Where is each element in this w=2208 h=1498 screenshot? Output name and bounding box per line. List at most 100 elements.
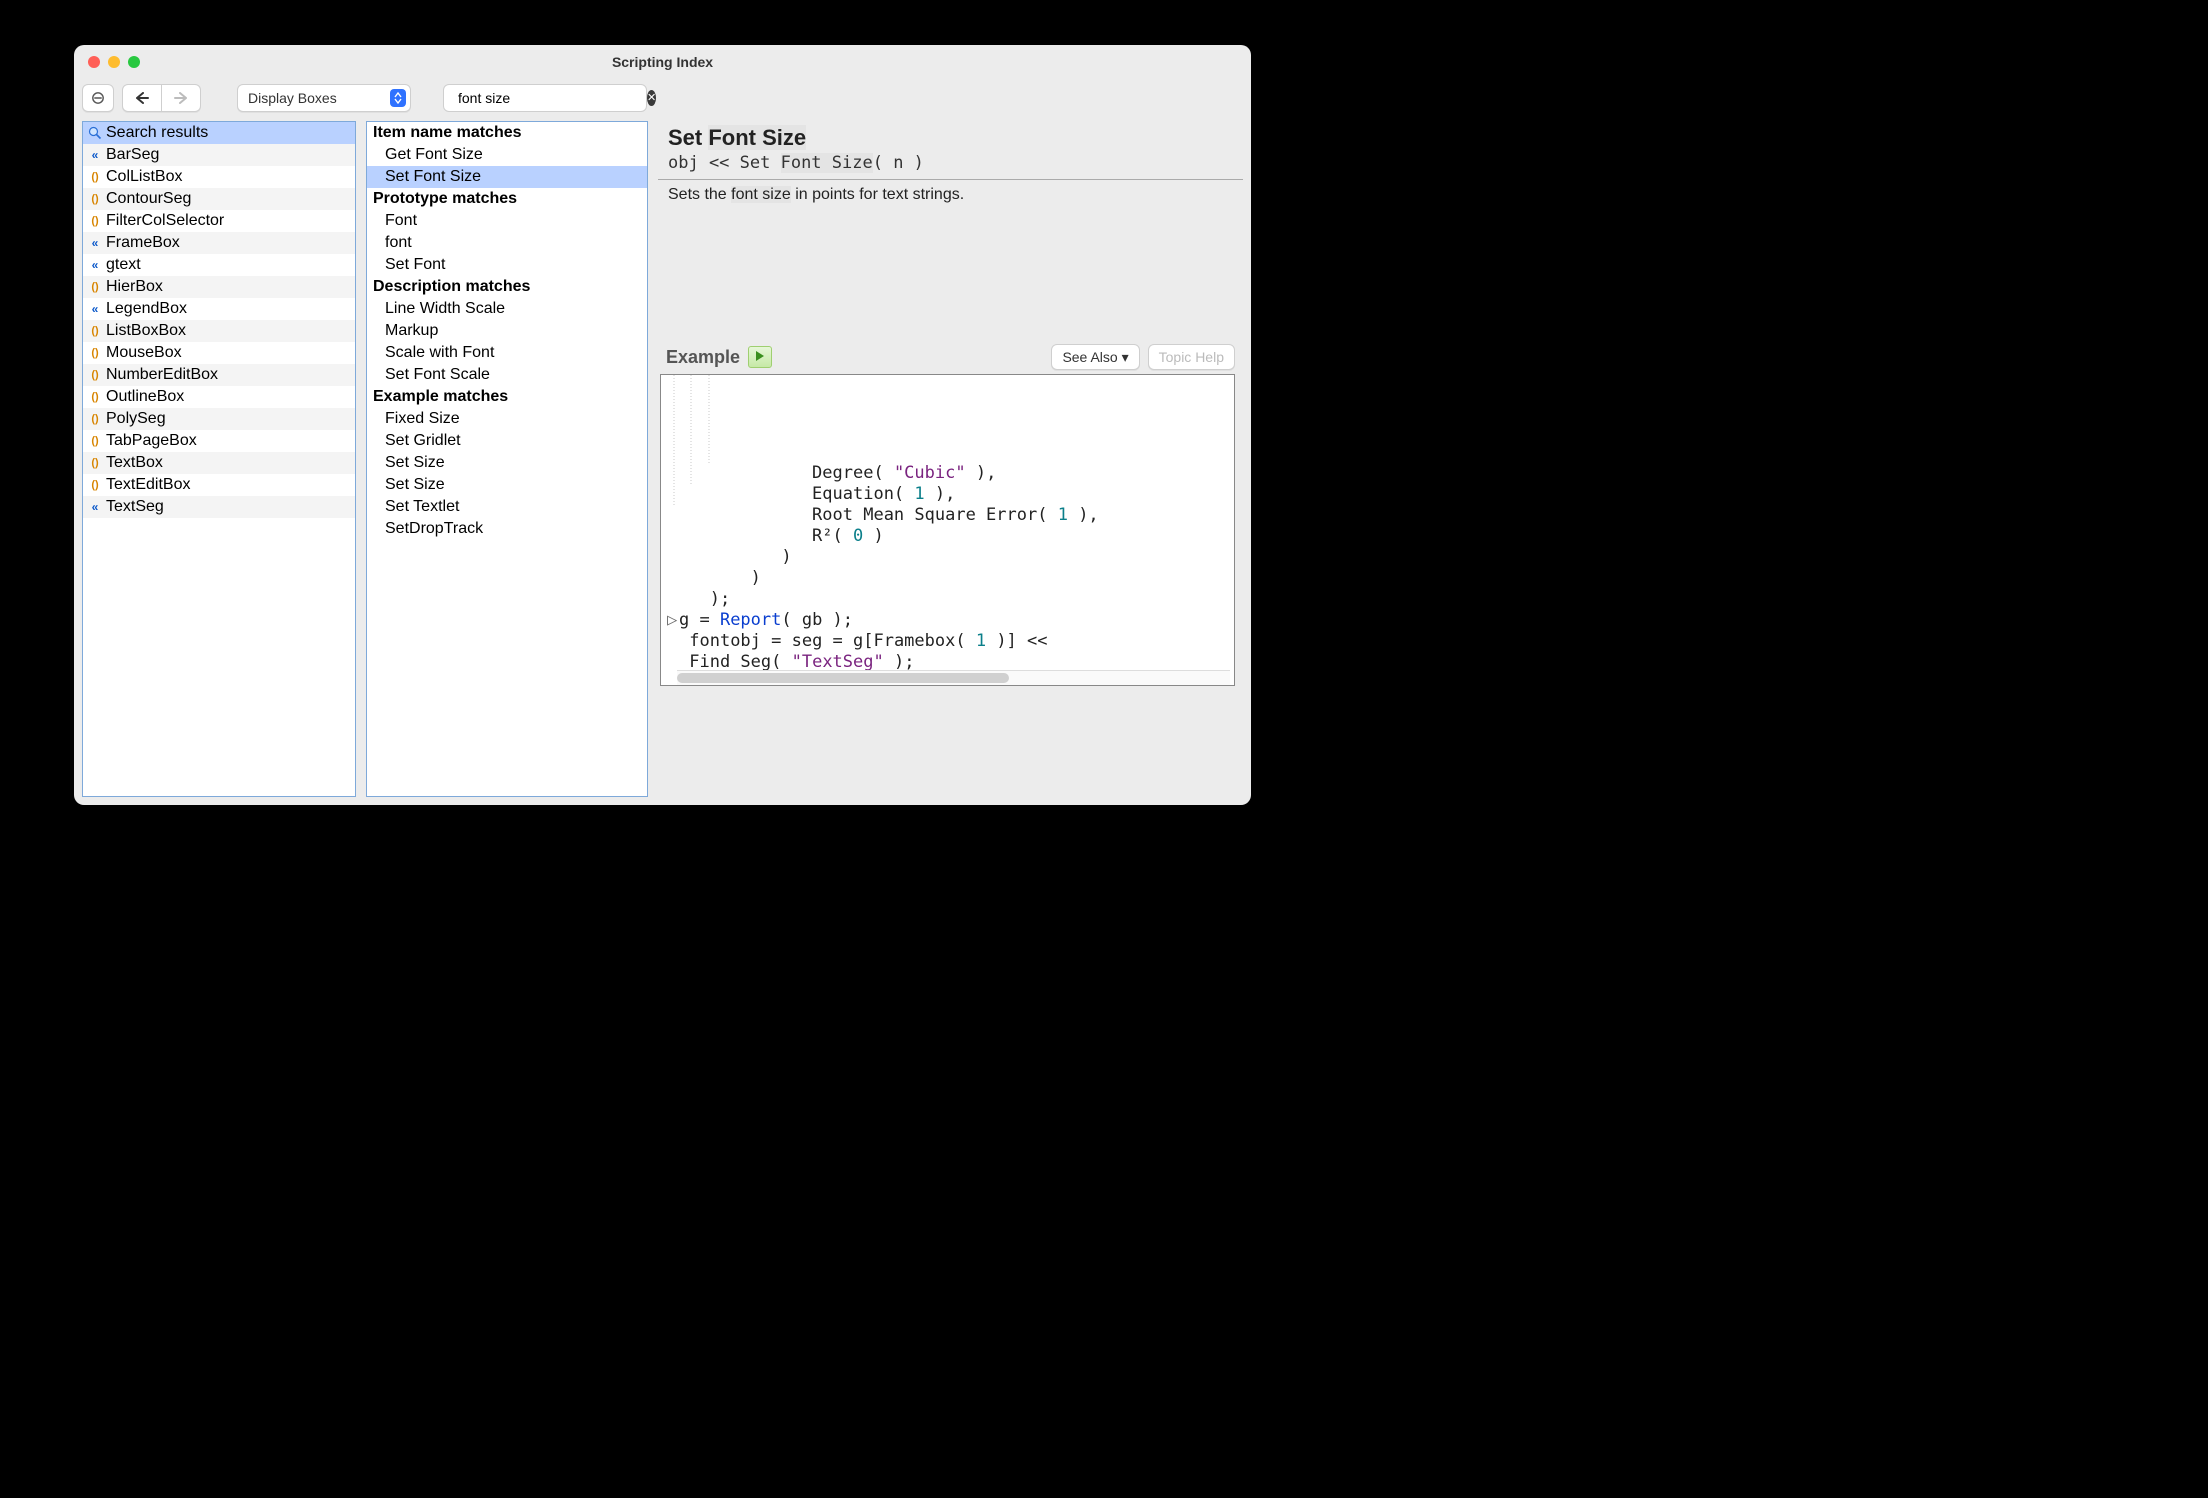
list-item-label: ContourSeg xyxy=(106,190,191,208)
parens-icon: () xyxy=(87,213,103,229)
match-item[interactable]: font xyxy=(367,232,647,254)
ex-matches-header: Example matches xyxy=(367,386,647,408)
proto-matches-header: Prototype matches xyxy=(367,188,647,210)
parens-icon: () xyxy=(87,433,103,449)
search-results-label: Search results xyxy=(106,124,208,142)
list-item[interactable]: «BarSeg xyxy=(83,144,355,166)
topic-select[interactable]: Display Boxes xyxy=(237,84,411,112)
minimize-button[interactable] xyxy=(108,56,120,68)
content-area: Search results «BarSeg()ColListBox()Cont… xyxy=(74,121,1251,805)
match-item[interactable]: Set Font Scale xyxy=(367,364,647,386)
maximize-button[interactable] xyxy=(128,56,140,68)
toolbar: Display Boxes ✕ xyxy=(74,79,1251,121)
item-matches-header: Item name matches xyxy=(367,122,647,144)
list-item[interactable]: ()TextBox xyxy=(83,452,355,474)
list-item[interactable]: ()ColListBox xyxy=(83,166,355,188)
horizontal-scrollbar[interactable] xyxy=(677,670,1230,685)
list-item[interactable]: «TextSeg xyxy=(83,496,355,518)
clear-search-button[interactable]: ✕ xyxy=(647,90,656,106)
run-example-button[interactable] xyxy=(748,346,772,368)
list-item[interactable]: ()PolySeg xyxy=(83,408,355,430)
match-item[interactable]: Get Font Size xyxy=(367,144,647,166)
list-item-label: OutlineBox xyxy=(106,388,184,406)
see-also-button[interactable]: See Also ▾ xyxy=(1051,344,1139,370)
list-item[interactable]: «FrameBox xyxy=(83,232,355,254)
home-button[interactable] xyxy=(82,84,114,112)
match-item[interactable]: Markup xyxy=(367,320,647,342)
match-item[interactable]: Scale with Font xyxy=(367,342,647,364)
match-item[interactable]: Set Font Size xyxy=(367,166,647,188)
parens-icon: () xyxy=(87,455,103,471)
detail-pane: Set Font Size obj << Set Font Size( n ) … xyxy=(658,121,1243,797)
match-item[interactable]: Font xyxy=(367,210,647,232)
list-item-label: BarSeg xyxy=(106,146,159,164)
titlebar: Scripting Index xyxy=(74,45,1251,79)
search-field[interactable]: ✕ xyxy=(443,84,647,112)
app-window: Scripting Index Display Boxes ✕ xyxy=(74,45,1251,805)
match-item[interactable]: Fixed Size xyxy=(367,408,647,430)
chevron-updown-icon xyxy=(390,89,406,107)
list-item-label: TextBox xyxy=(106,454,163,472)
list-item[interactable]: ()ListBoxBox xyxy=(83,320,355,342)
list-item[interactable]: ()TextEditBox xyxy=(83,474,355,496)
parens-icon: () xyxy=(87,367,103,383)
close-button[interactable] xyxy=(88,56,100,68)
match-item[interactable]: Set Gridlet xyxy=(367,430,647,452)
match-item[interactable]: SetDropTrack xyxy=(367,518,647,540)
list-item-label: gtext xyxy=(106,256,141,274)
category-list[interactable]: Search results «BarSeg()ColListBox()Cont… xyxy=(82,121,356,797)
doc-signature: obj << Set Font Size( n ) xyxy=(668,153,1233,173)
list-item-label: ListBoxBox xyxy=(106,322,186,340)
code-example[interactable]: Degree( "Cubic" ), Equation( 1 ), Root M… xyxy=(660,374,1235,686)
example-label: Example xyxy=(666,347,740,368)
list-item[interactable]: «LegendBox xyxy=(83,298,355,320)
parens-icon: () xyxy=(87,323,103,339)
list-item-label: TextEditBox xyxy=(106,476,190,494)
list-item[interactable]: ()TabPageBox xyxy=(83,430,355,452)
topic-select-label: Display Boxes xyxy=(248,90,337,106)
topic-help-button[interactable]: Topic Help xyxy=(1148,344,1235,370)
match-item[interactable]: Set Size xyxy=(367,474,647,496)
forward-button[interactable] xyxy=(162,84,201,112)
chevrons-icon: « xyxy=(87,147,103,163)
list-item-label: LegendBox xyxy=(106,300,187,318)
search-results-row[interactable]: Search results xyxy=(83,122,355,144)
parens-icon: () xyxy=(87,279,103,295)
doc-description: Sets the font size in points for text st… xyxy=(668,186,1233,204)
doc-title: Set Font Size xyxy=(668,125,1233,151)
parens-icon: () xyxy=(87,169,103,185)
parens-icon: () xyxy=(87,345,103,361)
back-button[interactable] xyxy=(122,84,162,112)
list-item[interactable]: ()FilterColSelector xyxy=(83,210,355,232)
match-item[interactable]: Set Font xyxy=(367,254,647,276)
doc-header: Set Font Size obj << Set Font Size( n ) … xyxy=(658,121,1243,210)
parens-icon: () xyxy=(87,477,103,493)
match-item[interactable]: Line Width Scale xyxy=(367,298,647,320)
search-input[interactable] xyxy=(456,89,641,107)
match-list[interactable]: Item name matches Get Font SizeSet Font … xyxy=(366,121,648,797)
list-item-label: MouseBox xyxy=(106,344,182,362)
list-item-label: TextSeg xyxy=(106,498,164,516)
match-item[interactable]: Set Size xyxy=(367,452,647,474)
parens-icon: () xyxy=(87,411,103,427)
list-item-label: FilterColSelector xyxy=(106,212,224,230)
list-item-label: PolySeg xyxy=(106,410,166,428)
nav-buttons xyxy=(122,84,201,112)
list-item[interactable]: ()OutlineBox xyxy=(83,386,355,408)
parens-icon: () xyxy=(87,191,103,207)
list-item[interactable]: «gtext xyxy=(83,254,355,276)
list-item-label: HierBox xyxy=(106,278,163,296)
list-item-label: ColListBox xyxy=(106,168,182,186)
list-item[interactable]: ()MouseBox xyxy=(83,342,355,364)
match-item[interactable]: Set Textlet xyxy=(367,496,647,518)
chevrons-icon: « xyxy=(87,499,103,515)
chevrons-icon: « xyxy=(87,301,103,317)
chevrons-icon: « xyxy=(87,257,103,273)
desc-matches-header: Description matches xyxy=(367,276,647,298)
list-item-label: FrameBox xyxy=(106,234,180,252)
window-title: Scripting Index xyxy=(74,54,1251,70)
list-item[interactable]: ()NumberEditBox xyxy=(83,364,355,386)
list-item[interactable]: ()HierBox xyxy=(83,276,355,298)
list-item-label: NumberEditBox xyxy=(106,366,218,384)
list-item[interactable]: ()ContourSeg xyxy=(83,188,355,210)
